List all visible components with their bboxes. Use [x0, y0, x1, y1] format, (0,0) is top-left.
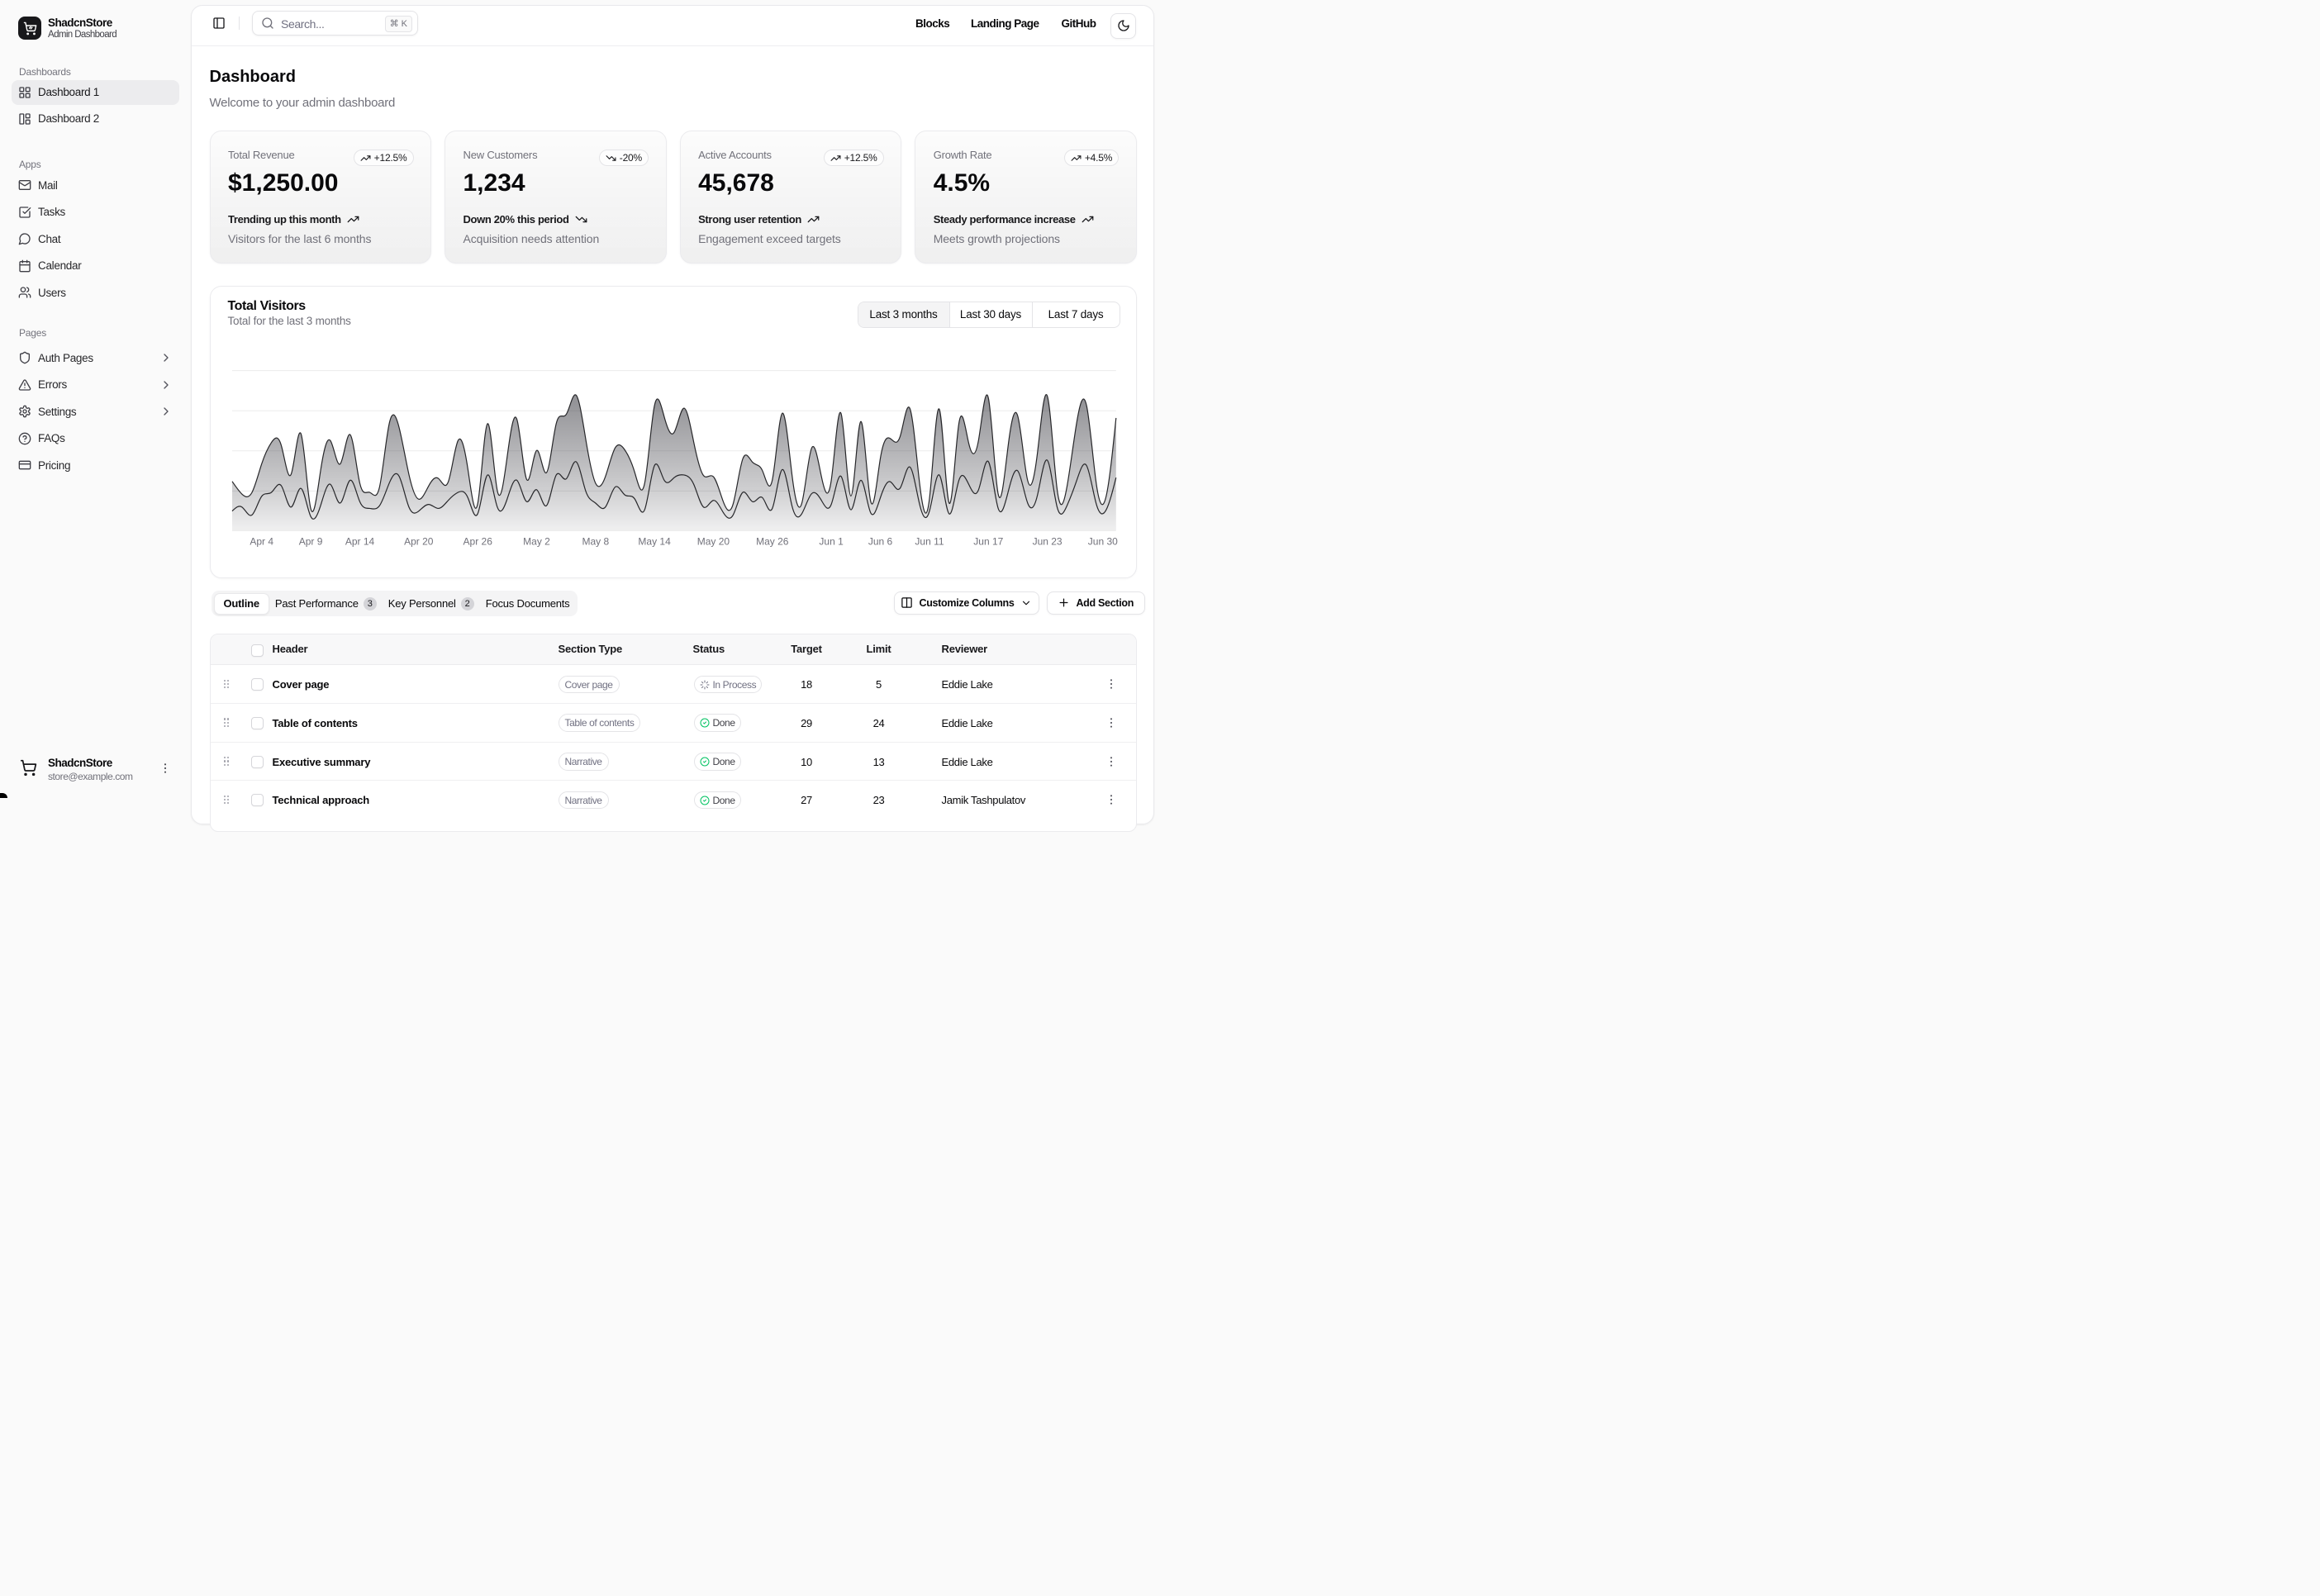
- svg-text:May 26: May 26: [756, 535, 789, 547]
- svg-text:Apr 26: Apr 26: [463, 535, 492, 547]
- svg-text:May 14: May 14: [638, 535, 671, 547]
- svg-text:Jun 17: Jun 17: [973, 535, 1003, 547]
- svg-text:Jun 30: Jun 30: [1087, 535, 1117, 547]
- svg-text:Apr 14: Apr 14: [345, 535, 374, 547]
- svg-text:Apr 4: Apr 4: [250, 535, 273, 547]
- svg-text:May 20: May 20: [696, 535, 730, 547]
- svg-text:Apr 20: Apr 20: [404, 535, 434, 547]
- svg-text:Jun 1: Jun 1: [819, 535, 844, 547]
- svg-text:May 8: May 8: [582, 535, 609, 547]
- svg-text:Jun 23: Jun 23: [1032, 535, 1062, 547]
- svg-text:May 2: May 2: [523, 535, 550, 547]
- svg-text:Jun 6: Jun 6: [868, 535, 892, 547]
- svg-text:Jun 11: Jun 11: [915, 535, 944, 547]
- svg-text:Apr 9: Apr 9: [298, 535, 322, 547]
